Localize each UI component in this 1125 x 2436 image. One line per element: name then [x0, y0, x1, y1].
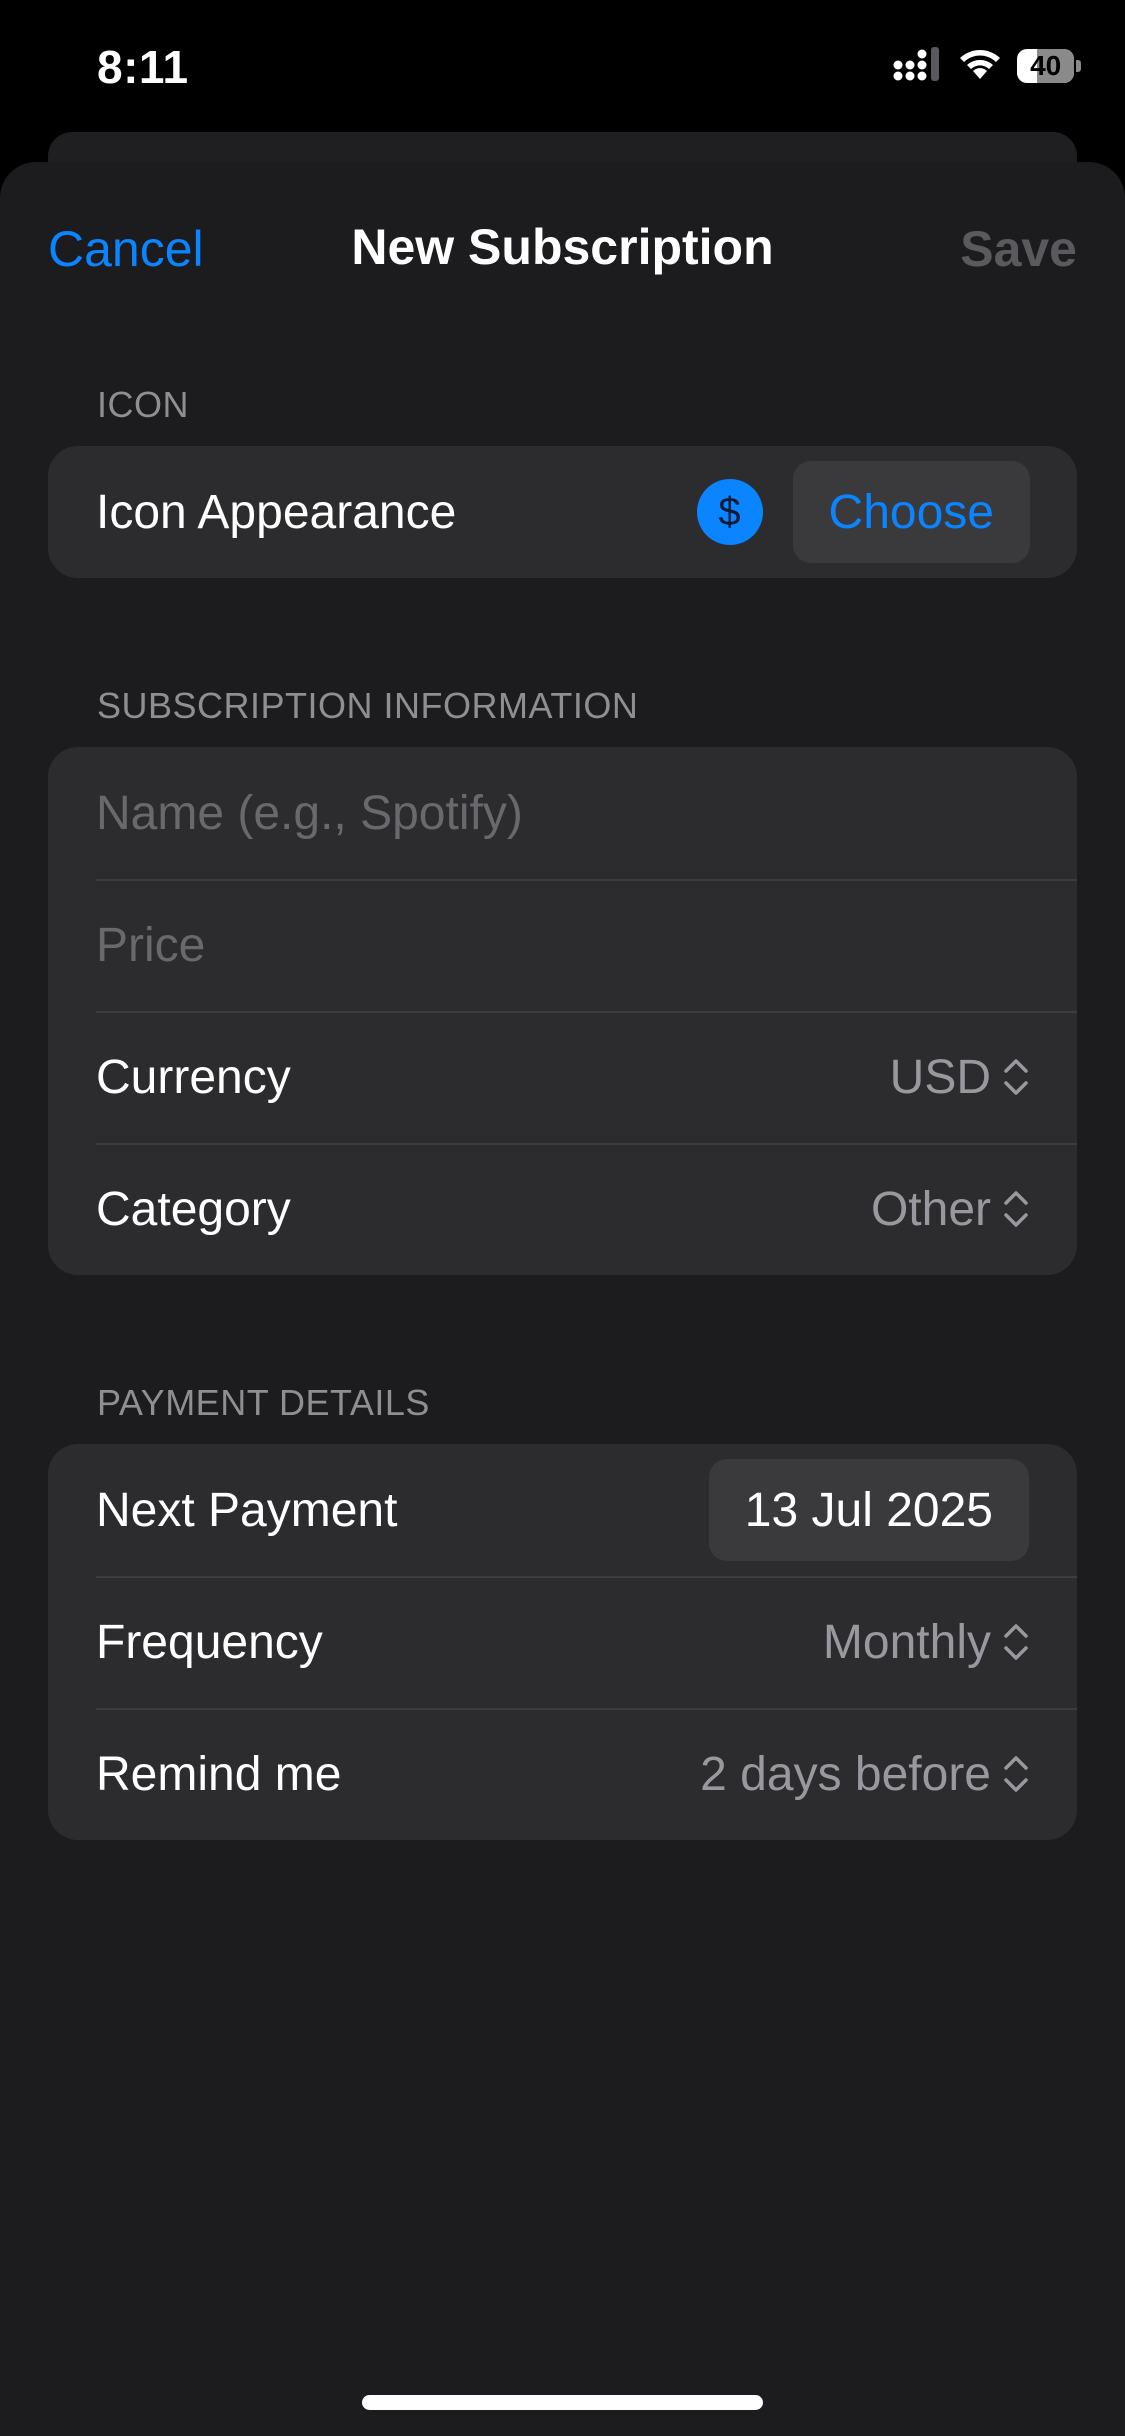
home-indicator[interactable]: [362, 2395, 763, 2410]
remind-me-label: Remind me: [96, 1747, 342, 1801]
next-payment-date-picker[interactable]: 13 Jul 2025: [708, 1459, 1029, 1561]
category-row[interactable]: Category Other: [48, 1143, 1077, 1275]
remind-me-picker[interactable]: 2 days before: [700, 1747, 1029, 1802]
subscription-information-group: Name (e.g., Spotify) Price Currency USD …: [48, 747, 1077, 1275]
status-bar: 8:11 40: [0, 0, 1125, 130]
save-button[interactable]: Save: [960, 220, 1077, 278]
battery-level: 40: [1030, 50, 1062, 81]
signal-icon: [893, 46, 943, 86]
frequency-picker[interactable]: Monthly: [823, 1615, 1029, 1670]
payment-details-group: Next Payment 13 Jul 2025 Frequency Month…: [48, 1444, 1077, 1840]
chevron-up-down-icon: [1004, 1756, 1028, 1792]
next-payment-label: Next Payment: [96, 1483, 398, 1537]
name-field[interactable]: Name (e.g., Spotify): [48, 747, 1077, 879]
category-picker[interactable]: Other: [871, 1182, 1029, 1237]
frequency-value: Monthly: [822, 1615, 991, 1669]
new-subscription-sheet: New Subscription Cancel Save ICON Icon A…: [0, 162, 1125, 2436]
currency-value: USD: [889, 1050, 991, 1104]
battery-icon: 40: [1017, 49, 1081, 83]
icon-appearance-label: Icon Appearance: [96, 485, 457, 539]
icon-appearance-row: Icon Appearance $ Choose: [48, 446, 1077, 578]
category-label: Category: [96, 1182, 291, 1236]
status-icons: 40: [893, 44, 1081, 88]
remind-me-row[interactable]: Remind me 2 days before: [48, 1708, 1077, 1840]
section-header-icon: ICON: [97, 384, 189, 425]
section-header-payment-details: PAYMENT DETAILS: [97, 1382, 430, 1423]
price-field[interactable]: Price: [48, 879, 1077, 1011]
dollar-circle-icon: $: [696, 479, 763, 545]
chevron-up-down-icon: [1004, 1059, 1028, 1095]
chevron-up-down-icon: [1004, 1191, 1028, 1227]
wifi-icon: [957, 47, 1003, 86]
remind-me-value: 2 days before: [700, 1747, 991, 1801]
currency-label: Currency: [96, 1050, 291, 1104]
chevron-up-down-icon: [1004, 1624, 1028, 1660]
next-payment-row: Next Payment 13 Jul 2025: [48, 1444, 1077, 1576]
price-placeholder: Price: [96, 918, 206, 972]
icon-group: Icon Appearance $ Choose: [48, 446, 1077, 578]
choose-icon-button[interactable]: Choose: [792, 461, 1030, 563]
frequency-row[interactable]: Frequency Monthly: [48, 1576, 1077, 1708]
currency-picker[interactable]: USD: [890, 1050, 1029, 1105]
cancel-button[interactable]: Cancel: [48, 220, 204, 278]
currency-row[interactable]: Currency USD: [48, 1011, 1077, 1143]
name-placeholder: Name (e.g., Spotify): [96, 786, 523, 840]
status-time: 8:11: [97, 41, 189, 93]
frequency-label: Frequency: [96, 1615, 323, 1669]
section-header-subscription-information: SUBSCRIPTION INFORMATION: [97, 685, 639, 726]
category-value: Other: [870, 1182, 991, 1236]
